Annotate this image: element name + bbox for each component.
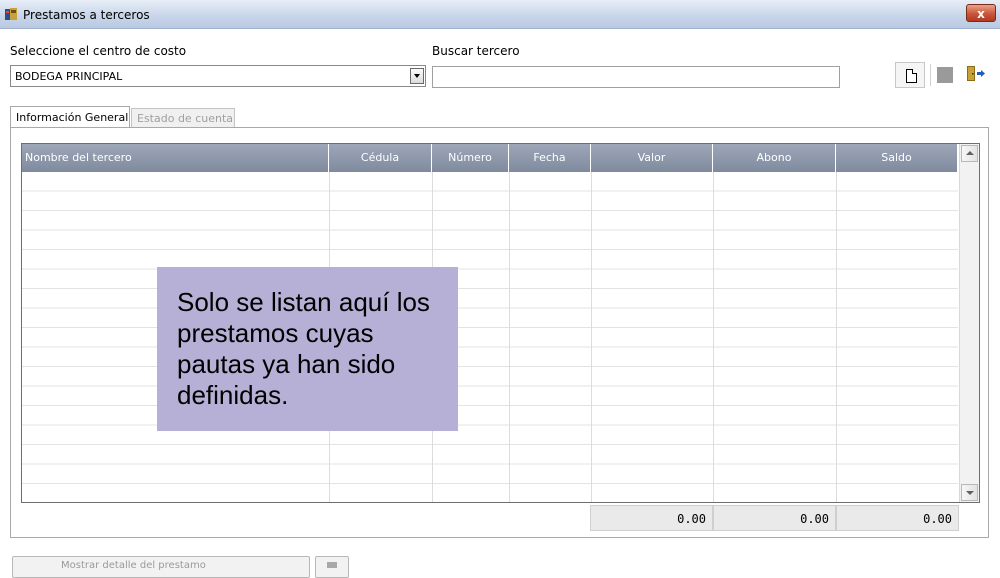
app-icon [5,8,17,20]
window-title: Prestamos a terceros [23,8,150,22]
cost-center-select[interactable]: BODEGA PRINCIPAL [10,65,426,87]
column-header-abono[interactable]: Abono [713,144,836,172]
tab-estado-de-cuenta[interactable]: Estado de cuenta [131,108,235,128]
column-header-valor[interactable]: Valor [591,144,713,172]
secondary-action-button[interactable] [315,556,349,578]
search-label: Buscar tercero [432,44,520,58]
total-valor: 0.00 [590,505,713,531]
column-divider [836,172,837,502]
column-header-saldo[interactable]: Saldo [836,144,958,172]
column-divider [509,172,510,502]
total-saldo: 0.00 [836,505,959,531]
stop-icon[interactable] [937,67,953,83]
show-detail-button[interactable]: Mostrar detalle del prestamo [12,556,310,578]
total-abono: 0.00 [713,505,836,531]
column-header-nombre[interactable]: Nombre del tercero [22,144,329,172]
close-icon: x [977,7,985,21]
toolbar-divider [930,64,931,86]
cost-center-label: Seleccione el centro de costo [10,44,187,58]
column-divider [591,172,592,502]
grid-header: Nombre del tercero Cédula Número Fecha V… [22,144,958,172]
exit-door-icon[interactable] [963,63,987,85]
column-header-fecha[interactable]: Fecha [509,144,591,172]
info-note: Solo se listan aquí los prestamos cuyas … [157,267,458,431]
column-header-cedula[interactable]: Cédula [329,144,432,172]
cost-center-value: BODEGA PRINCIPAL [15,70,123,83]
search-input[interactable] [432,66,840,88]
close-button[interactable]: x [966,4,996,22]
chevron-down-icon[interactable] [410,68,424,84]
scroll-up-icon[interactable] [961,145,978,162]
tab-informacion-general[interactable]: Información General [10,106,130,128]
vertical-scrollbar[interactable] [959,144,979,502]
new-document-icon[interactable] [895,62,925,88]
scroll-down-icon[interactable] [961,484,978,501]
column-divider [713,172,714,502]
title-bar [0,0,1000,29]
column-header-numero[interactable]: Número [432,144,509,172]
